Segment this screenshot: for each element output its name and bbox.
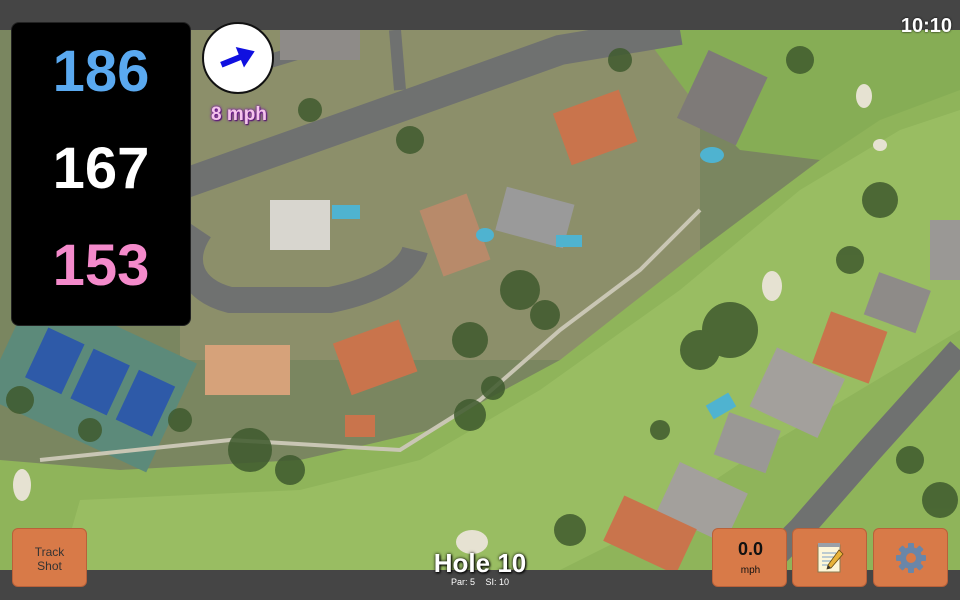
hole-title: Hole 10: [433, 548, 527, 578]
gear-icon: [895, 542, 926, 573]
hole-info: Par: 5 SI: 10: [380, 577, 580, 587]
track-shot-label-line2: Shot: [37, 559, 62, 573]
notepad-icon: [817, 542, 844, 572]
distance-back: 186: [52, 39, 150, 104]
speed-button[interactable]: 0.0 mph: [712, 528, 787, 587]
track-shot-label-line1: Track: [34, 545, 65, 559]
arrow-right-up-icon: [220, 47, 255, 68]
speed-unit: mph: [740, 565, 761, 576]
notes-button[interactable]: [792, 528, 867, 587]
track-shot-button[interactable]: Track Shot: [12, 528, 87, 587]
speed-value: 0.0: [737, 539, 764, 559]
settings-button[interactable]: [873, 528, 948, 587]
wind-speed-label: 8 mph: [211, 104, 267, 125]
hole-par: Par: 5: [450, 577, 475, 587]
distance-panel: 186 167 153: [11, 22, 191, 326]
wind-direction-dial: [202, 22, 274, 94]
status-clock: 10:10: [900, 15, 952, 37]
distance-front: 153: [52, 233, 150, 298]
distance-middle: 167: [52, 136, 150, 201]
hole-si: SI: 10: [485, 577, 510, 587]
